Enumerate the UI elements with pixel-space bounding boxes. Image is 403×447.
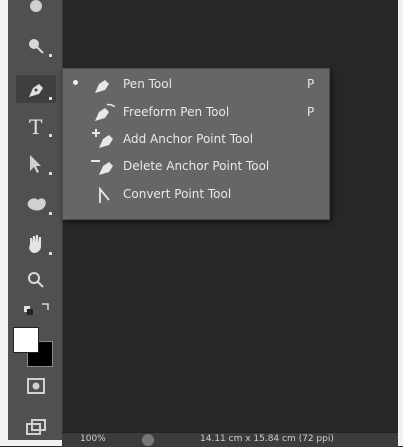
tool-color-controls[interactable] <box>16 298 56 318</box>
status-bar: 100% 14.11 cm x 15.84 cm (72 ppi) <box>62 432 398 447</box>
menu-item-delete-anchor-point-tool[interactable]: Delete Anchor Point Tool <box>63 153 329 179</box>
flyout-indicator <box>49 172 52 175</box>
menu-item-label: Freeform Pen Tool <box>123 105 230 119</box>
flyout-indicator <box>49 134 52 137</box>
menu-item-label: Delete Anchor Point Tool <box>123 159 270 173</box>
tool-hand[interactable] <box>16 230 56 258</box>
screenshot-frame: T Pen Tool P Freeform Pen Tool P Add Anc… <box>0 0 403 447</box>
swap-colors-icon <box>24 303 49 315</box>
tool-shape[interactable] <box>16 190 56 218</box>
pen-tool-flyout-menu: Pen Tool P Freeform Pen Tool P Add Ancho… <box>62 68 330 220</box>
zoom-icon <box>28 272 44 288</box>
menu-item-freeform-pen-tool[interactable]: Freeform Pen Tool P <box>63 99 329 125</box>
menu-item-label: Pen Tool <box>123 77 172 91</box>
delete-anchor-point-icon <box>91 160 113 175</box>
hand-icon <box>29 235 41 253</box>
tool-type[interactable]: T <box>16 112 56 140</box>
zoom-level[interactable]: 100% <box>80 434 106 444</box>
flyout-indicator <box>49 212 52 215</box>
shortcut-key: P <box>307 77 315 91</box>
flyout-indicator <box>49 252 52 255</box>
tool-path-selection[interactable] <box>16 150 56 178</box>
foreground-color-swatch[interactable] <box>13 327 39 353</box>
quick-mask-icon <box>27 378 45 394</box>
convert-point-icon <box>99 186 110 203</box>
tool-screen-mode[interactable] <box>16 414 56 442</box>
pen-icon <box>29 84 43 97</box>
document-info[interactable]: 14.11 cm x 15.84 cm (72 ppi) <box>200 434 334 444</box>
menu-item-convert-point-tool[interactable]: Convert Point Tool <box>63 181 329 207</box>
screen-mode-icon <box>26 419 46 435</box>
tool-burn[interactable] <box>16 0 56 20</box>
flyout-indicator <box>49 54 52 57</box>
tool-quick-mask[interactable] <box>16 372 56 400</box>
add-anchor-point-icon <box>92 129 113 148</box>
flyout-indicator <box>49 97 52 100</box>
burn-icon <box>30 0 42 12</box>
menu-item-pen-tool[interactable]: Pen Tool P <box>63 71 329 97</box>
svg-text:T: T <box>29 115 43 138</box>
zoom-like-magnifier-icon <box>29 39 44 54</box>
menu-item-add-anchor-point-tool[interactable]: Add Anchor Point Tool <box>63 126 329 152</box>
navigator-icon[interactable] <box>142 434 154 446</box>
tool-zoom[interactable] <box>16 266 56 294</box>
shortcut-key: P <box>307 105 315 119</box>
pen-icon <box>95 80 109 93</box>
selected-indicator <box>73 80 78 85</box>
tool-magnify[interactable] <box>16 32 56 60</box>
path-selection-icon <box>30 155 41 173</box>
menu-item-label: Add Anchor Point Tool <box>123 132 254 146</box>
type-icon: T <box>29 115 43 138</box>
shape-icon <box>27 198 46 211</box>
menu-item-label: Convert Point Tool <box>123 187 232 201</box>
tools-panel: T <box>8 0 63 440</box>
freeform-pen-icon <box>95 103 116 121</box>
tool-pen[interactable] <box>16 75 56 103</box>
